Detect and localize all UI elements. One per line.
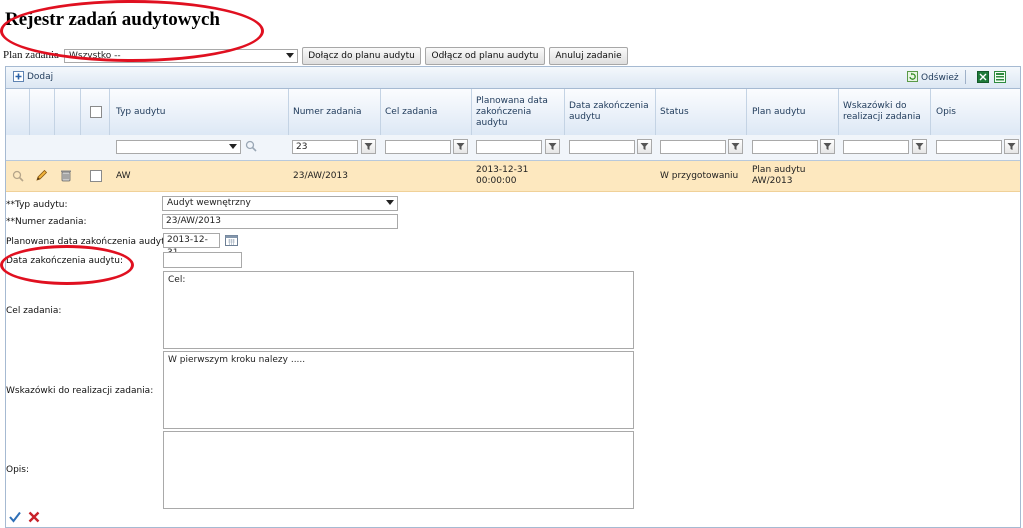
filter-icon[interactable] <box>637 139 652 154</box>
grid-toolbar: Dodaj Odśwież <box>6 67 1020 89</box>
detach-from-plan-button[interactable]: Odłącz od planu audytu <box>425 47 545 65</box>
form-cel-zadania-textarea[interactable]: Cel: <box>163 271 634 349</box>
delete-trash-icon[interactable] <box>60 169 72 185</box>
task-grid: Dodaj Odśwież Typ audytu Numer zadania C… <box>5 66 1021 528</box>
search-icon[interactable] <box>245 140 257 155</box>
form-opis-label: Opis: <box>6 465 30 475</box>
plan-filter-value: Wszystko -- <box>69 51 121 61</box>
chevron-down-icon <box>229 144 237 149</box>
form-opis-textarea[interactable] <box>163 431 634 509</box>
cell-typ-audytu: AW <box>116 170 131 181</box>
column-divider <box>746 89 747 135</box>
cell-planowana-data: 2013-12-31 00:00:00 <box>476 165 529 186</box>
filter-icon[interactable] <box>361 139 376 154</box>
filter-icon[interactable] <box>912 139 927 154</box>
save-check-icon[interactable] <box>9 511 21 526</box>
filter-cel-zadania-input[interactable] <box>385 140 451 154</box>
form-typ-audytu-value: Audyt wewnętrzny <box>167 198 251 208</box>
filter-typ-audytu-select[interactable] <box>116 140 241 154</box>
form-numer-zadania-input[interactable]: 23/AW/2013 <box>162 214 398 229</box>
row-select-checkbox[interactable] <box>90 170 102 182</box>
column-header-typ-audytu[interactable]: Typ audytu <box>116 89 286 135</box>
form-wskazowki-textarea[interactable]: W pierwszym kroku nalezy ..... <box>163 351 634 429</box>
form-cel-zadania-label: Cel zadania: <box>6 306 62 316</box>
column-header-wskazowki[interactable]: Wskazówki do realizacji zadania <box>843 89 927 135</box>
filter-numer-zadania-input[interactable]: 23 <box>292 140 358 154</box>
column-divider <box>838 89 839 135</box>
cancel-task-button[interactable]: Anuluj zadanie <box>549 47 628 65</box>
column-header-status[interactable]: Status <box>660 89 744 135</box>
column-divider <box>288 89 289 135</box>
column-header-cel-zadania[interactable]: Cel zadania <box>385 89 469 135</box>
export-excel-icon[interactable] <box>977 71 989 86</box>
column-header-numer-zadania[interactable]: Numer zadania <box>293 89 378 135</box>
chevron-down-icon <box>286 53 294 58</box>
form-typ-audytu-label: **Typ audytu: <box>6 200 68 210</box>
column-header-data-zakonczenia[interactable]: Data zakończenia audytu <box>569 89 653 135</box>
refresh-icon <box>907 71 918 85</box>
cell-plan-audytu: Plan audytu AW/2013 <box>752 165 806 186</box>
filter-icon[interactable] <box>728 139 743 154</box>
column-divider <box>109 89 110 135</box>
export-csv-icon[interactable] <box>994 71 1006 86</box>
refresh-label: Odśwież <box>921 73 959 83</box>
plan-filter-label: Plan zadania <box>3 49 59 61</box>
form-numer-zadania-label: **Numer zadania: <box>6 217 87 227</box>
column-divider <box>930 89 931 135</box>
view-icon[interactable] <box>12 170 24 185</box>
column-header-opis[interactable]: Opis <box>936 89 1016 135</box>
filter-plan-audytu-input[interactable] <box>752 140 818 154</box>
grid-header: Typ audytu Numer zadania Cel zadania Pla… <box>6 89 1020 136</box>
refresh-button[interactable]: Odśwież <box>907 71 959 85</box>
plan-filter-select[interactable]: Wszystko -- <box>64 49 298 63</box>
column-divider <box>564 89 565 135</box>
column-header-plan-audytu[interactable]: Plan audytu <box>752 89 836 135</box>
column-divider <box>54 89 55 135</box>
filter-wskazowki-input[interactable] <box>843 140 909 154</box>
form-planowana-data-input[interactable]: 2013-12-31 <box>163 233 220 258</box>
filter-icon[interactable] <box>1004 139 1019 154</box>
column-divider <box>80 89 81 135</box>
add-button[interactable]: Dodaj <box>13 71 53 82</box>
select-all-checkbox[interactable] <box>90 106 102 118</box>
filter-data-zakonczenia-input[interactable] <box>569 140 635 154</box>
chevron-down-icon <box>386 200 394 205</box>
filter-planowana-data-input[interactable] <box>476 140 542 154</box>
toolbar-divider <box>965 70 966 84</box>
edit-pencil-icon[interactable] <box>35 169 48 185</box>
cancel-x-icon[interactable] <box>28 511 40 526</box>
filter-opis-input[interactable] <box>936 140 1002 154</box>
column-divider <box>380 89 381 135</box>
calendar-icon[interactable] <box>225 234 238 249</box>
table-row[interactable]: AW 23/AW/2013 2013-12-31 00:00:00 W przy… <box>6 161 1020 192</box>
plus-icon <box>13 71 24 82</box>
filter-icon[interactable] <box>453 139 468 154</box>
page-title: Rejestr zadań audytowych <box>5 9 220 30</box>
attach-to-plan-button[interactable]: Dołącz do planu audytu <box>302 47 421 65</box>
column-header-planowana-data[interactable]: Planowana data zakończenia audytu <box>476 89 560 135</box>
add-label: Dodaj <box>27 71 54 82</box>
cell-status: W przygotowaniu <box>660 170 739 181</box>
column-divider <box>29 89 30 135</box>
form-data-zakonczenia-label: Data zakończenia audytu: <box>6 256 124 266</box>
column-divider <box>471 89 472 135</box>
filter-status-input[interactable] <box>660 140 726 154</box>
form-wskazowki-label: Wskazówki do realizacji zadania: <box>6 386 154 396</box>
form-typ-audytu-select[interactable]: Audyt wewnętrzny <box>162 196 398 211</box>
form-data-zakonczenia-input[interactable] <box>163 252 242 268</box>
filter-icon[interactable] <box>545 139 560 154</box>
form-planowana-data-label: Planowana data zakończenia audytu: <box>6 237 174 247</box>
column-divider <box>655 89 656 135</box>
filter-icon[interactable] <box>820 139 835 154</box>
cell-numer-zadania: 23/AW/2013 <box>293 170 348 181</box>
grid-filter-row: 23 <box>6 135 1020 161</box>
